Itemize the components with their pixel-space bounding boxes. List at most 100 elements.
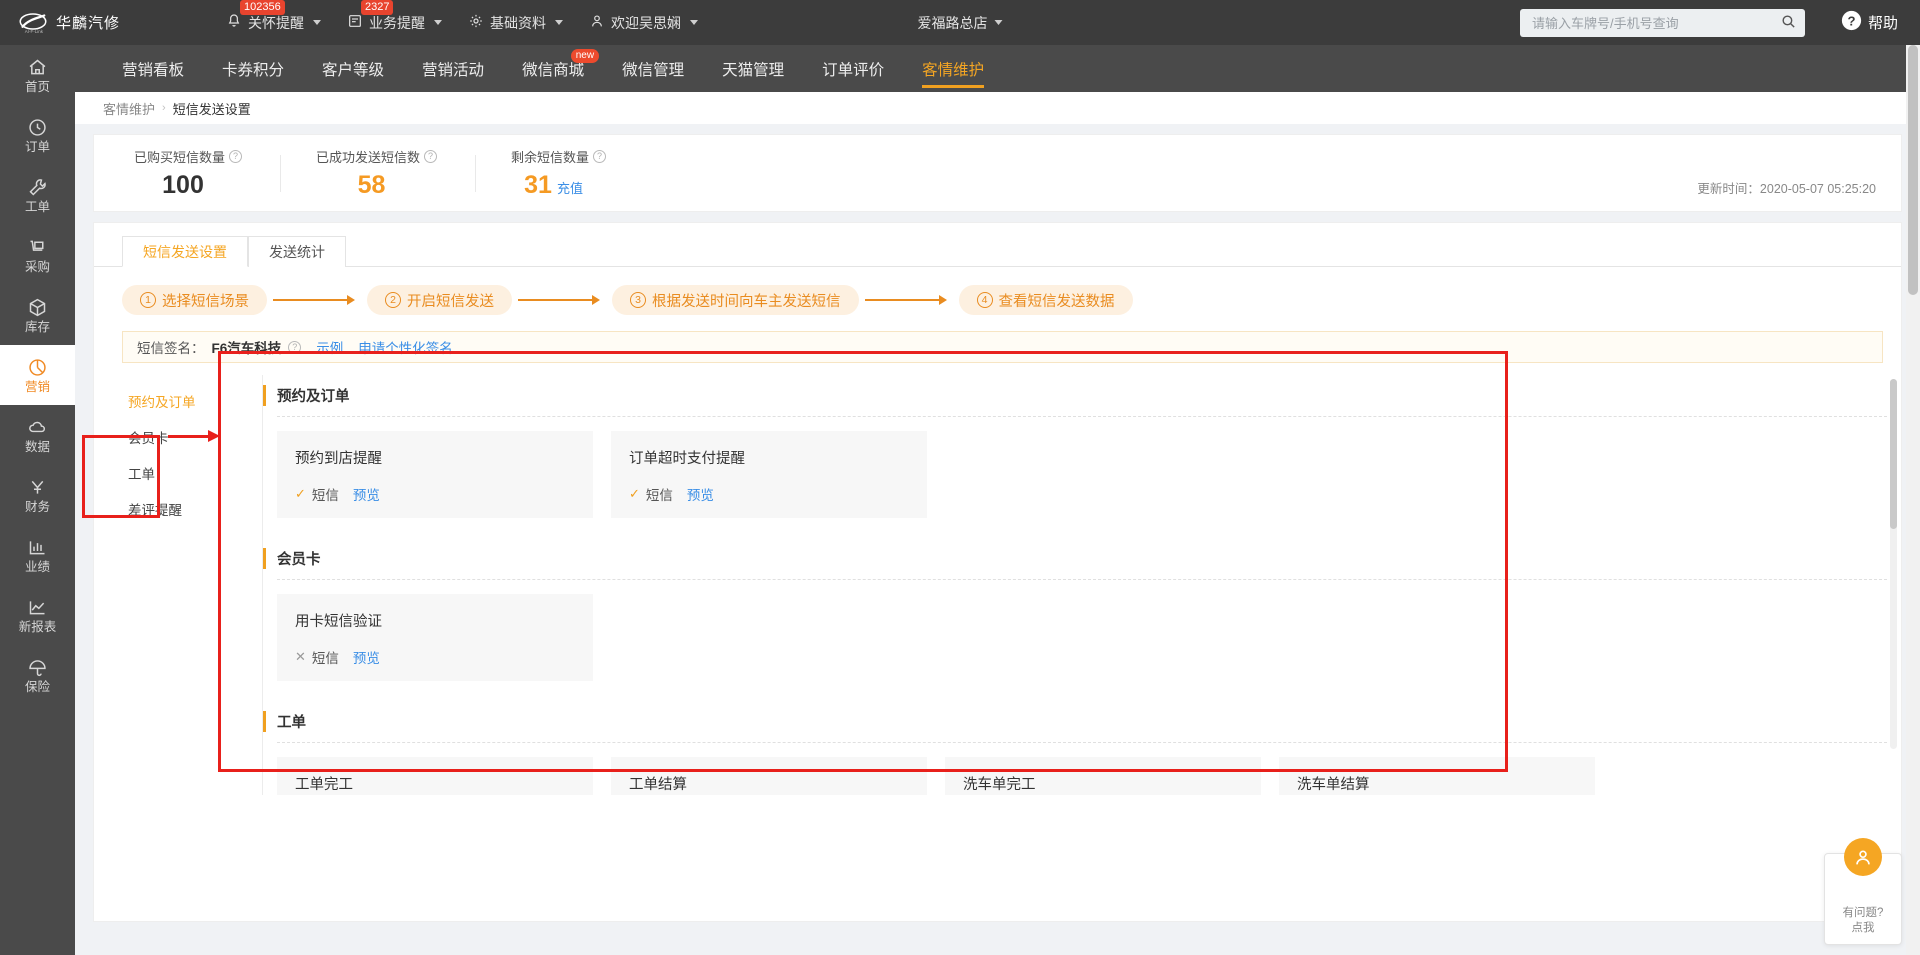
scene-card[interactable]: 预约到店提醒 ✓ 短信 预览: [277, 431, 593, 518]
nav-item-marketing-board[interactable]: 营销看板: [103, 45, 203, 92]
step-label: 选择短信场景: [162, 293, 249, 310]
store-selector[interactable]: 爱福路总店: [918, 13, 1003, 33]
group-title-appointment-order: 预约及订单: [263, 375, 1901, 416]
floating-help-widget[interactable]: 有问题? 点我: [1824, 838, 1902, 945]
rail-label: 首页: [24, 79, 50, 94]
breadcrumb-separator-icon: ›: [162, 102, 166, 114]
group-cards-member-card: 用卡短信验证 ✕ 短信 预览: [263, 580, 1901, 701]
nav-item-wechat-mall[interactable]: 微信商城 new: [503, 45, 603, 92]
app-root: AI-F-Link 华麟汽修 关怀提醒 102356 业务提醒 2327 基础资…: [0, 0, 1920, 955]
question-mark-icon[interactable]: ?: [424, 149, 438, 163]
step-label: 根据发送时间向车主发送短信: [652, 293, 841, 310]
scene-card[interactable]: 工单完工 ✓ 短信 预览: [277, 757, 593, 795]
step-number: 4: [976, 292, 993, 308]
close-icon[interactable]: ✕: [295, 649, 306, 665]
brand-logo[interactable]: AI-F-Link 华麟汽修: [0, 10, 200, 36]
preview-link[interactable]: 预览: [353, 647, 380, 667]
settings-split: 预约及订单 会员卡 工单 差评提醒 预约及订单 预约到店提醒 ✓ 短信 预览 订…: [94, 375, 1901, 795]
scene-actions: ✕ 短信 预览: [295, 647, 575, 667]
rail-item-marketing[interactable]: 营销: [0, 345, 75, 405]
update-time: 更新时间：2020-05-07 05:25:20: [1697, 182, 1876, 196]
tab-send-statistics[interactable]: 发送统计: [248, 236, 346, 267]
check-icon[interactable]: ✓: [629, 486, 640, 502]
rail-label: 业绩: [24, 559, 50, 574]
rail-item-inventory[interactable]: 库存: [0, 285, 75, 345]
preview-link[interactable]: 预览: [687, 484, 714, 504]
main-area: 营销看板 卡券积分 客户等级 营销活动 微信商城 new 微信管理 天猫管理 订…: [75, 0, 1920, 955]
category-item-bad-review[interactable]: 差评提醒: [122, 491, 222, 527]
nav-item-coupon-points[interactable]: 卡券积分: [203, 45, 303, 92]
category-item-appointment-order[interactable]: 预约及订单: [122, 383, 222, 419]
rail-label: 财务: [24, 499, 50, 514]
nav-item-marketing-campaign[interactable]: 营销活动: [403, 45, 503, 92]
signature-example-link[interactable]: 示例: [316, 337, 343, 357]
help-button[interactable]: ? 帮助: [1841, 10, 1898, 35]
stat-remaining-sms: 剩余短信数量 ? 31 充值: [475, 147, 644, 200]
rail-item-finance[interactable]: 财务: [0, 465, 75, 525]
page-scrollbar[interactable]: [1906, 45, 1920, 955]
breadcrumb-current: 短信发送设置: [172, 101, 251, 117]
nav-item-wechat-management[interactable]: 微信管理: [603, 45, 703, 92]
scene-card[interactable]: 工单结算 ✓ 短信 预览: [611, 757, 927, 795]
scene-scrollbar[interactable]: [1890, 379, 1897, 749]
topbar-item-business-reminder[interactable]: 业务提醒 2327: [347, 0, 442, 33]
bars-icon: [27, 537, 48, 558]
topbar-item-basic-data[interactable]: 基础资料: [468, 13, 563, 33]
step-3: 3 根据发送时间向车主发送短信: [612, 285, 859, 315]
scene-card[interactable]: 洗车单结算 ✓ 短信 预览: [1279, 757, 1595, 795]
recharge-link[interactable]: 充值: [557, 181, 583, 196]
chevron-down-icon: [690, 20, 698, 25]
search-input[interactable]: [1532, 15, 1780, 31]
chevron-down-icon: [434, 20, 442, 25]
rail-item-new-report[interactable]: 新报表: [0, 585, 75, 645]
step-label: 开启短信发送: [407, 293, 494, 310]
scene-card[interactable]: 洗车单完工 ✓ 短信 预览: [945, 757, 1261, 795]
stat-label: 已成功发送短信数: [316, 149, 421, 165]
nav-item-tmall-management[interactable]: 天猫管理: [703, 45, 803, 92]
breadcrumb-parent[interactable]: 客情维护: [103, 99, 155, 118]
rail-label: 工单: [24, 199, 50, 214]
stat-value: 58: [357, 170, 386, 199]
left-rail: 首页 订单 工单 采购 库存 营销 数据 财务 业绩 新报表 保险: [0, 0, 75, 955]
stat-label: 剩余短信数量: [511, 149, 590, 165]
scene-card[interactable]: 订单超时支付提醒 ✓ 短信 预览: [611, 431, 927, 518]
nav-item-order-review[interactable]: 订单评价: [803, 45, 903, 92]
rail-item-purchase[interactable]: 采购: [0, 225, 75, 285]
support-avatar-icon: [1844, 838, 1882, 876]
question-circle-icon: ?: [1841, 10, 1862, 35]
scene-card[interactable]: 用卡短信验证 ✕ 短信 预览: [277, 594, 593, 681]
search-icon[interactable]: [1780, 13, 1797, 33]
rail-label: 营销: [24, 379, 50, 394]
preview-link[interactable]: 预览: [353, 484, 380, 504]
question-mark-icon[interactable]: ?: [593, 149, 607, 163]
rail-item-insurance[interactable]: 保险: [0, 645, 75, 705]
page-scrollbar-thumb[interactable]: [1908, 45, 1918, 295]
rail-item-data[interactable]: 数据: [0, 405, 75, 465]
stat-label-wrap: 已购买短信数量 ?: [134, 147, 243, 166]
nav-item-customer-level[interactable]: 客户等级: [303, 45, 403, 92]
rail-item-performance[interactable]: 业绩: [0, 525, 75, 585]
rail-item-orders[interactable]: 订单: [0, 105, 75, 165]
topbar-item-care-reminder[interactable]: 关怀提醒 102356: [226, 0, 321, 33]
tab-sms-send-settings[interactable]: 短信发送设置: [122, 236, 248, 267]
group-cards-appointment-order: 预约到店提醒 ✓ 短信 预览 订单超时支付提醒 ✓ 短信 预览: [263, 417, 1901, 538]
category-item-workorder[interactable]: 工单: [122, 455, 222, 491]
global-search[interactable]: [1520, 9, 1805, 37]
rail-item-home[interactable]: 首页: [0, 45, 75, 105]
sms-signature-bar: 短信签名： F6汽车科技 ? 示例 申请个性化签名: [122, 331, 1883, 363]
signature-apply-link[interactable]: 申请个性化签名: [358, 337, 453, 357]
check-icon[interactable]: ✓: [295, 486, 306, 502]
nav-label: 订单评价: [822, 61, 885, 79]
question-mark-icon[interactable]: ?: [229, 149, 243, 163]
topbar-item-label: 欢迎吴思娴: [611, 14, 681, 31]
sms-label: 短信: [645, 488, 673, 503]
user-icon: [589, 13, 605, 32]
nav-label: 卡券积分: [222, 61, 285, 79]
scrollbar-thumb[interactable]: [1890, 379, 1897, 529]
question-mark-icon[interactable]: ?: [288, 340, 302, 354]
rail-item-workorder[interactable]: 工单: [0, 165, 75, 225]
scene-title: 订单超时支付提醒: [629, 451, 745, 467]
stat-label-wrap: 剩余短信数量 ?: [511, 147, 607, 166]
nav-item-customer-care[interactable]: 客情维护: [903, 45, 1003, 92]
topbar-item-user[interactable]: 欢迎吴思娴: [589, 13, 698, 33]
